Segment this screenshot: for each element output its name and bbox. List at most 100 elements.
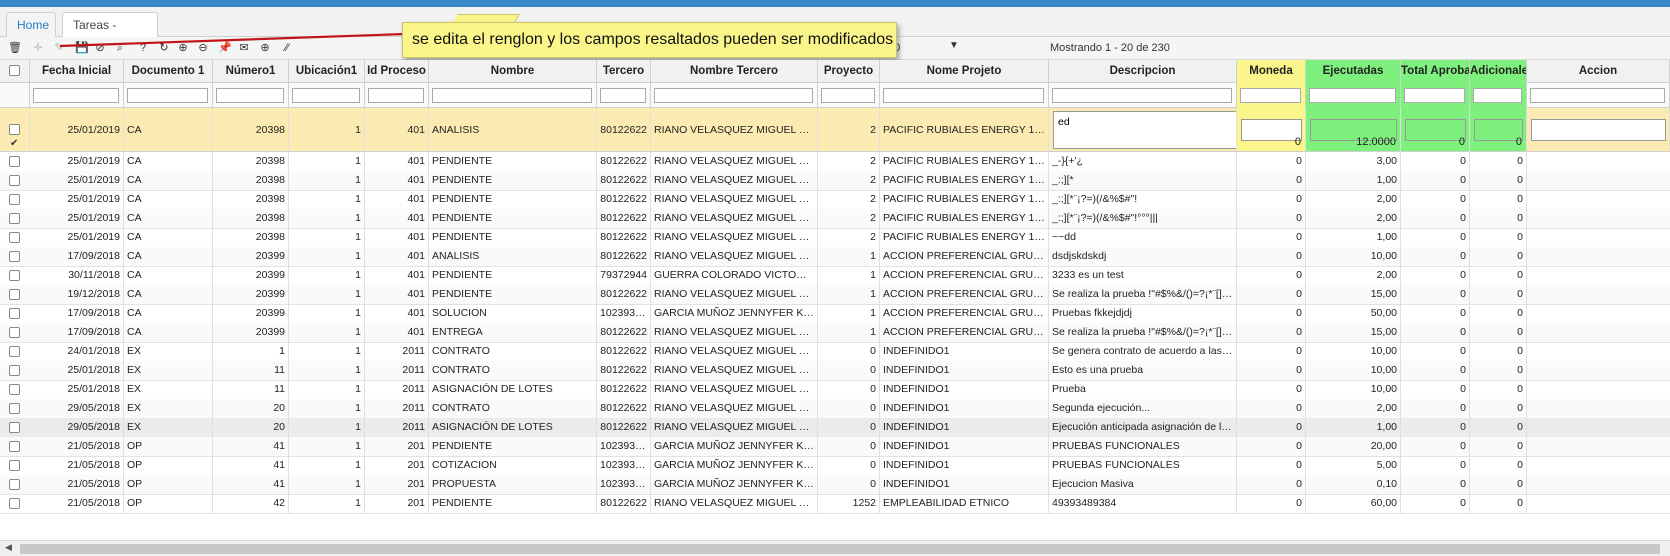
cell-documento1: OP [124, 494, 213, 513]
filter-input-fecha-inicial[interactable] [33, 88, 119, 103]
filter-input-total-aprobad[interactable] [1404, 88, 1465, 103]
scroll-left-icon[interactable]: ◀ [5, 542, 12, 553]
filter-input-accion[interactable] [1530, 88, 1665, 103]
row-checkbox[interactable] [9, 422, 20, 433]
row-checkbox[interactable] [9, 384, 20, 395]
total-aprobad-input[interactable]: 0 [1405, 119, 1466, 148]
descripcion-textarea[interactable]: ed [1053, 111, 1236, 149]
filter-input-nombre-tercero[interactable] [654, 88, 813, 103]
cell-nombre: PENDIENTE [429, 494, 597, 513]
row-checkbox[interactable] [9, 498, 20, 509]
column-header-nombre-tercero[interactable]: Nombre Tercero [651, 60, 818, 83]
table-row[interactable]: 21/05/2018 OP 41 1 201 PENDIENTE 1023930... GAR… [0, 437, 1670, 457]
scrollbar-thumb[interactable] [20, 544, 1660, 554]
column-header-nome-projeto[interactable]: Nome Projeto [880, 60, 1049, 83]
row-checkbox[interactable] [9, 213, 20, 224]
table-row[interactable]: 25/01/2019 CA 20398 1 401 PENDIENTE 80122622 RI… [0, 152, 1670, 172]
trash-icon[interactable]: 🗑 [8, 41, 22, 55]
table-row[interactable]: 17/09/2018 CA 20399 1 401 SOLUCION 1023930... G… [0, 304, 1670, 324]
table-row[interactable]: 29/05/2018 EX 20 1 2011 CONTRATO 80122622 RIANO… [0, 399, 1670, 419]
table-row[interactable]: 21/05/2018 OP 41 1 201 COTIZACION 1023930... GA… [0, 456, 1670, 476]
table-row[interactable]: 25/01/2018 EX 11 1 2011 CONTRATO 80122622 RIANO… [0, 361, 1670, 381]
column-header-proyecto[interactable]: Proyecto [818, 60, 880, 83]
cell-adicionales: 0 [1470, 304, 1527, 323]
filter-input-moneda[interactable] [1240, 88, 1301, 103]
row-checkbox[interactable] [9, 403, 20, 414]
filter-input-nome-projeto[interactable] [883, 88, 1044, 103]
ejecutadas-input[interactable]: 12.0000 [1310, 119, 1397, 148]
row-checkbox[interactable] [9, 479, 20, 490]
filter-input-proyecto[interactable] [821, 88, 875, 103]
row-checkbox[interactable] [9, 365, 20, 376]
row-checkbox[interactable] [9, 441, 20, 452]
row-checkbox[interactable] [9, 232, 20, 243]
row-checkbox[interactable] [9, 175, 20, 186]
row-checkbox[interactable] [9, 251, 20, 262]
column-header-descripcion[interactable]: Descripcion [1049, 60, 1237, 83]
table-row[interactable]: 17/09/2018 CA 20399 1 401 ENTREGA 80122622 RIAN… [0, 323, 1670, 343]
row-checkbox[interactable] [9, 270, 20, 281]
table-row[interactable]: 19/12/2018 CA 20399 1 401 PENDIENTE 80122622 RI… [0, 285, 1670, 305]
table-row[interactable]: 21/05/2018 OP 41 1 201 PROPUESTA 1023930... GAR… [0, 475, 1670, 495]
row-checkbox[interactable] [9, 289, 20, 300]
cell-adicionales: 0 [1470, 456, 1527, 475]
cell-ejecutadas: 20,00 [1306, 437, 1401, 456]
row-checkbox[interactable] [9, 308, 20, 319]
filter-input-numero1[interactable] [216, 88, 284, 103]
column-header-moneda[interactable]: Moneda [1237, 60, 1306, 83]
table-row[interactable]: 25/01/2019 CA 20398 1 401 PENDIENTE 80122622 RI… [0, 190, 1670, 210]
column-header-nombre[interactable]: Nombre [429, 60, 597, 83]
column-header-ubicacion1[interactable]: Ubicación1 [289, 60, 365, 83]
table-row[interactable]: 17/09/2018 CA 20399 1 401 ANALISIS 80122622 RIA… [0, 247, 1670, 267]
row-checkbox[interactable] [9, 460, 20, 471]
filter-input-id-proceso[interactable] [368, 88, 424, 103]
column-header-numero1[interactable]: Número1 [213, 60, 289, 83]
table-row[interactable]: 24/01/2018 EX 1 1 2011 CONTRATO 80122622 RIANO … [0, 342, 1670, 362]
moneda-input[interactable]: 0 [1241, 119, 1302, 148]
column-header-tercero[interactable]: Tercero [597, 60, 651, 83]
filter-input-ubicacion1[interactable] [292, 88, 360, 103]
filter-cell-ejecutadas [1306, 83, 1401, 108]
cell-tercero: 79372944 [597, 266, 651, 285]
table-row[interactable]: 29/05/2018 EX 20 1 2011 ASIGNACIÓN DE LOTES 80… [0, 418, 1670, 438]
cell-adicionales: 0 [1470, 380, 1527, 399]
table-row[interactable]: 25/01/2019 CA 20398 1 401 PENDIENTE 80122622 RI… [0, 209, 1670, 229]
filter-input-tercero[interactable] [600, 88, 646, 103]
accion-input[interactable] [1531, 119, 1666, 141]
filter-input-ejecutadas[interactable] [1309, 88, 1396, 103]
cell-ejecutadas: 10,00 [1306, 342, 1401, 361]
column-header-accion[interactable]: Accion [1527, 60, 1670, 83]
row-checkbox[interactable] [9, 327, 20, 338]
column-header-ejecutadas[interactable]: Ejecutadas [1306, 60, 1401, 83]
column-header-fecha-inicial[interactable]: Fecha Inicial [30, 60, 124, 83]
add-icon[interactable]: ✛ [31, 41, 45, 55]
table-row[interactable]: 21/05/2018 OP 42 1 201 PENDIENTE 80122622 RIANO… [0, 494, 1670, 514]
column-header-total-aprobad[interactable]: Total Aprobad [1401, 60, 1470, 83]
filter-input-descripcion[interactable] [1052, 88, 1232, 103]
adicionales-input[interactable]: 0 [1474, 119, 1523, 148]
select-all-checkbox[interactable] [9, 65, 20, 76]
horizontal-scrollbar[interactable]: ◀ [0, 540, 1670, 556]
row-checkbox-checked[interactable] [9, 122, 20, 151]
filter-input-adicionales[interactable] [1473, 88, 1522, 103]
row-checkbox[interactable] [9, 194, 20, 205]
table-row[interactable]: 25/01/2018 EX 11 1 2011 ASIGNACIÓN DE LOTES 80… [0, 380, 1670, 400]
table-row[interactable]: 25/01/2019 CA 20398 1 401 PENDIENTE 80122622 RI… [0, 228, 1670, 248]
table-row[interactable]: 25/01/2019 CA 20398 1 401 PENDIENTE 80122622 RI… [0, 171, 1670, 191]
row-checkbox[interactable] [9, 156, 20, 167]
filter-input-documento1[interactable] [127, 88, 208, 103]
filter-input-nombre[interactable] [432, 88, 592, 103]
column-header-select[interactable] [0, 60, 30, 83]
column-header-documento1[interactable]: Documento 1 [124, 60, 213, 83]
cell-adicionales: 0 [1470, 475, 1527, 494]
column-header-id-proceso[interactable]: Id Proceso [365, 60, 429, 83]
tab-home[interactable]: Home [6, 12, 56, 38]
cell-nombre-tercero: RIANO VELASQUEZ MIGUEL HERNAN [651, 228, 818, 247]
cell-fecha-inicial: 17/09/2018 [30, 247, 124, 266]
chevron-down-icon[interactable]: ▼ [949, 40, 959, 51]
cell-nombre: CONTRATO [429, 399, 597, 418]
table-row[interactable]: 30/11/2018 CA 20399 1 401 PENDIENTE 79372944 GU… [0, 266, 1670, 286]
row-checkbox[interactable] [9, 346, 20, 357]
editing-row[interactable]: 25/01/2019CA203981401ANALISIS80122622RIA… [0, 108, 1670, 152]
column-header-adicionales[interactable]: Adicionales [1470, 60, 1527, 83]
